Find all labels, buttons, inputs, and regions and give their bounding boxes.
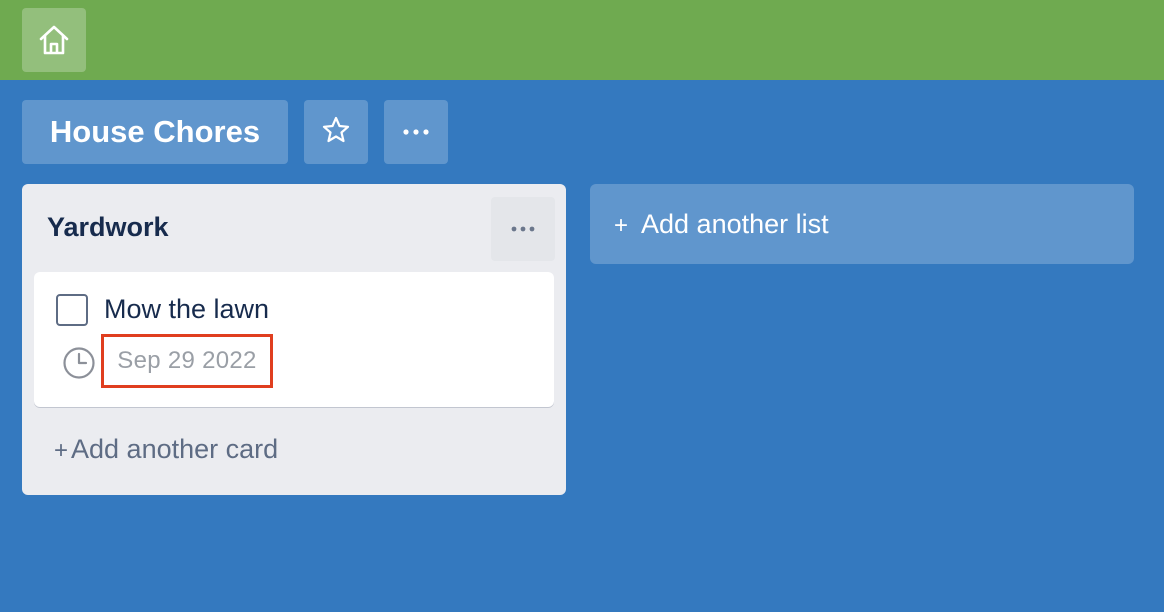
- due-date-highlight[interactable]: Sep 29 2022: [101, 334, 273, 388]
- list-yardwork: Yardwork Mow the lawn Sep 29 2022 + Add …: [22, 184, 566, 495]
- home-icon: [37, 23, 71, 57]
- ellipsis-icon: [401, 123, 431, 141]
- ellipsis-icon: [510, 220, 536, 238]
- board-menu-button[interactable]: [384, 100, 448, 164]
- home-button[interactable]: [22, 8, 86, 72]
- list-title[interactable]: Yardwork: [47, 212, 169, 243]
- board-title: House Chores: [49, 114, 261, 149]
- plus-icon: +: [54, 436, 69, 464]
- card-title: Mow the lawn: [104, 294, 270, 324]
- clock-icon: [62, 346, 96, 380]
- add-list-label: Add another list: [641, 208, 829, 239]
- add-card-button[interactable]: + Add another card: [54, 434, 278, 465]
- star-board-button[interactable]: [304, 100, 368, 164]
- board-title-button[interactable]: House Chores: [22, 100, 288, 164]
- plus-icon: +: [614, 212, 629, 239]
- card-complete-checkbox[interactable]: [56, 294, 88, 326]
- due-date: Sep 29 2022: [117, 347, 257, 374]
- card-mow-the-lawn[interactable]: Mow the lawn Sep 29 2022: [34, 272, 554, 407]
- star-icon: [321, 115, 351, 150]
- list-menu-button[interactable]: [491, 197, 555, 261]
- board-page: House Chores Yardwork Mow the lawn Sep 2…: [0, 0, 1164, 612]
- add-list-button[interactable]: + Add another list: [590, 184, 1134, 264]
- add-card-label: Add another card: [71, 434, 279, 464]
- top-bar: [0, 0, 1164, 80]
